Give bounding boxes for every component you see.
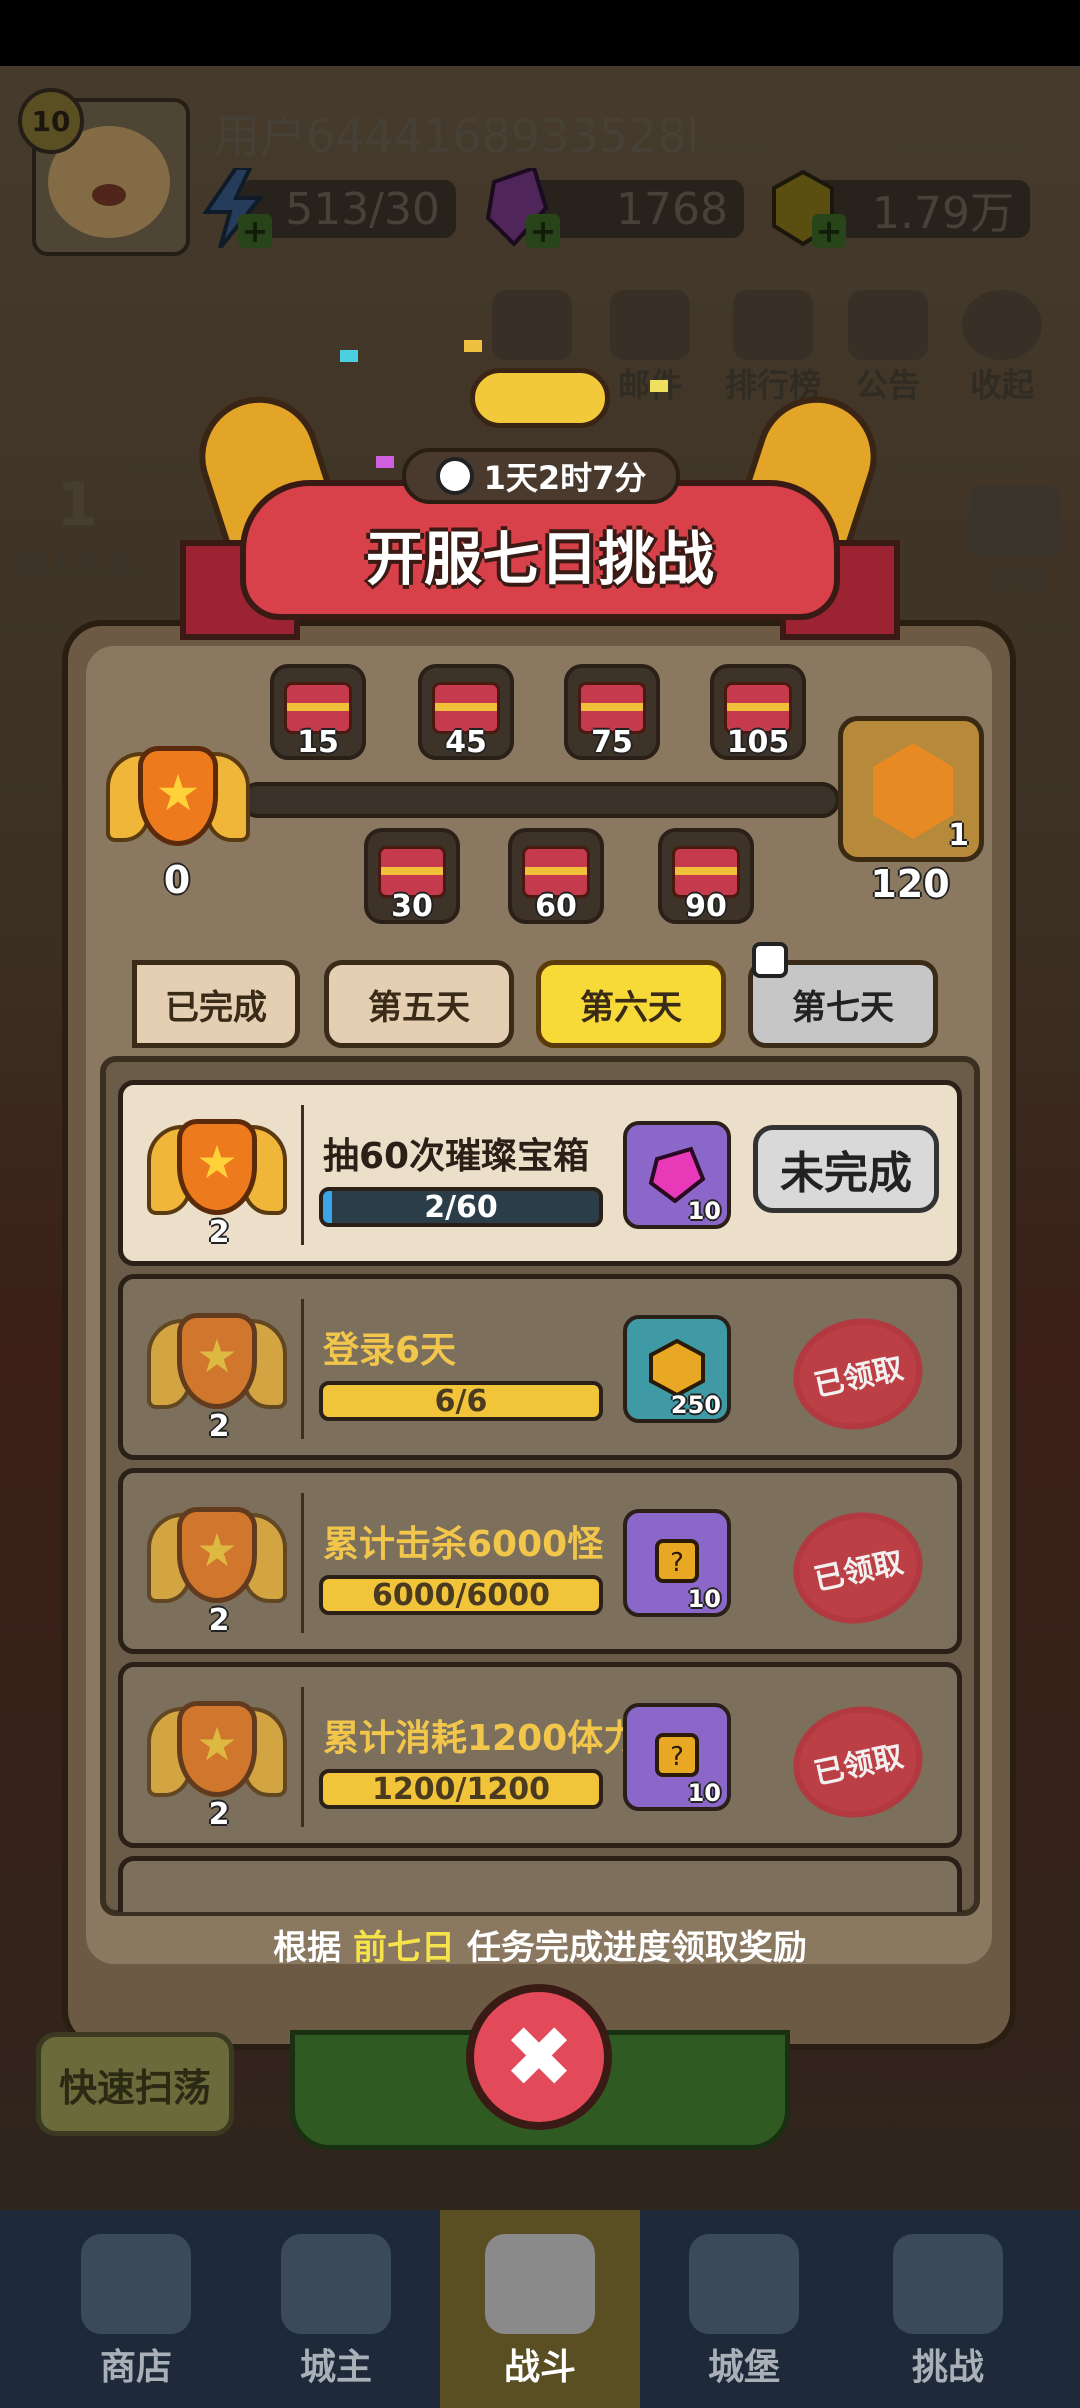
- footer-highlight: 前七日: [353, 1928, 455, 1968]
- task-medal: ★: [147, 1499, 287, 1619]
- milestone-chest-30[interactable]: 30: [364, 828, 460, 924]
- incomplete-button[interactable]: 未完成: [753, 1125, 939, 1213]
- current-points: 0: [163, 858, 191, 902]
- claimed-stamp: 已领取: [782, 1306, 934, 1442]
- task-points: 2: [208, 1797, 230, 1832]
- milestone-chest-75[interactable]: 75: [564, 664, 660, 760]
- task-row: ★ 2 登录6天 6/6 250 已领取: [118, 1274, 962, 1460]
- nav-battle[interactable]: 战斗: [440, 2210, 640, 2408]
- progress-text: 6/6: [434, 1383, 488, 1419]
- max-points: 120: [870, 862, 950, 906]
- castle-icon: [689, 2234, 799, 2334]
- claimed-stamp: 已领取: [782, 1500, 934, 1636]
- task-row: ★ 2 累计击杀6000怪 6000/6000 ? 10 已领取: [118, 1468, 962, 1654]
- nav-lord[interactable]: 城主: [236, 2210, 436, 2408]
- close-icon: ✖: [503, 2008, 575, 2106]
- gift-bow-icon: [470, 368, 610, 428]
- quick-sweep-button[interactable]: 快速扫荡: [36, 2032, 234, 2136]
- tab-day-5[interactable]: 第五天: [324, 960, 514, 1048]
- lock-icon: [752, 942, 788, 978]
- puzzle-icon: ?: [655, 1539, 699, 1583]
- swords-icon: [485, 2234, 595, 2334]
- milestone-chest-15[interactable]: 15: [270, 664, 366, 760]
- points-medal: ★: [106, 740, 250, 860]
- status-bar: [0, 0, 1080, 66]
- svg-text:?: ?: [670, 1742, 684, 1772]
- task-progress-bar: 6/6: [319, 1381, 603, 1421]
- task-reward[interactable]: 10: [623, 1121, 731, 1229]
- task-title: 抽60次璀璨宝箱: [323, 1136, 590, 1177]
- milestone-chest-90[interactable]: 90: [658, 828, 754, 924]
- progress-text: 1200/1200: [372, 1771, 550, 1807]
- star-icon: ★: [196, 1717, 238, 1771]
- task-medal: ★: [147, 1305, 287, 1425]
- event-timer: 1天2时7分: [402, 448, 680, 504]
- final-reward-120[interactable]: 1: [838, 716, 984, 862]
- confetti-decoration: [464, 340, 482, 352]
- divider: [301, 1299, 304, 1439]
- task-title: 累计消耗1200体力: [323, 1718, 640, 1759]
- tab-completed[interactable]: 已完成: [132, 960, 300, 1048]
- progress-text: 6000/6000: [372, 1577, 550, 1613]
- task-row: ★ 2 抽60次璀璨宝箱 2/60 10 未完成: [118, 1080, 962, 1266]
- svg-text:?: ?: [670, 1548, 684, 1578]
- task-row: [118, 1856, 962, 1912]
- star-icon: ★: [196, 1329, 238, 1383]
- star-icon: ★: [196, 1523, 238, 1577]
- confetti-decoration: [650, 380, 668, 392]
- timer-text: 1天2时7分: [483, 459, 647, 497]
- orange-gem-icon: [873, 743, 953, 839]
- task-medal: ★: [147, 1693, 287, 1813]
- gem-icon: [648, 1146, 706, 1203]
- task-points: 2: [208, 1215, 230, 1250]
- nav-challenge[interactable]: 挑战: [848, 2210, 1048, 2408]
- puzzle-icon: ?: [655, 1733, 699, 1777]
- task-medal: ★: [147, 1111, 287, 1231]
- task-title: 登录6天: [323, 1330, 457, 1371]
- divider: [301, 1493, 304, 1633]
- close-button[interactable]: ✖: [466, 1984, 612, 2130]
- challenge-icon: [893, 2234, 1003, 2334]
- task-points: 2: [208, 1409, 230, 1444]
- crown-icon: [281, 2234, 391, 2334]
- task-reward[interactable]: ? 10: [623, 1509, 731, 1617]
- clock-icon: [435, 457, 474, 495]
- milestone-chest-105[interactable]: 105: [710, 664, 806, 760]
- coin-icon: [649, 1338, 705, 1397]
- claimed-stamp: 已领取: [782, 1694, 934, 1830]
- points-progress-bar: [240, 782, 840, 818]
- divider: [301, 1105, 304, 1245]
- confetti-decoration: [340, 350, 358, 362]
- nav-shop[interactable]: 商店: [36, 2210, 236, 2408]
- shop-icon: [81, 2234, 191, 2334]
- task-progress-bar: 1200/1200: [319, 1769, 603, 1809]
- progress-text: 2/60: [424, 1189, 498, 1225]
- task-row: ★ 2 累计消耗1200体力 1200/1200 ? 10 已领取: [118, 1662, 962, 1848]
- task-progress-bar: 6000/6000: [319, 1575, 603, 1615]
- event-title: 开服七日挑战: [365, 525, 714, 593]
- task-progress-bar: 2/60: [319, 1187, 603, 1227]
- milestone-chest-60[interactable]: 60: [508, 828, 604, 924]
- nav-castle[interactable]: 城堡: [644, 2210, 844, 2408]
- star-icon: ★: [196, 1135, 238, 1189]
- divider: [301, 1687, 304, 1827]
- milestone-chest-45[interactable]: 45: [418, 664, 514, 760]
- tab-day-6[interactable]: 第六天: [536, 960, 726, 1048]
- task-reward[interactable]: 250: [623, 1315, 731, 1423]
- footer-hint: 根据 前七日 任务完成进度领取奖励: [273, 1928, 807, 1968]
- star-icon: ★: [155, 764, 201, 822]
- task-title: 累计击杀6000怪: [323, 1524, 604, 1565]
- task-reward[interactable]: ? 10: [623, 1703, 731, 1811]
- confetti-decoration: [376, 456, 394, 468]
- task-points: 2: [208, 1603, 230, 1638]
